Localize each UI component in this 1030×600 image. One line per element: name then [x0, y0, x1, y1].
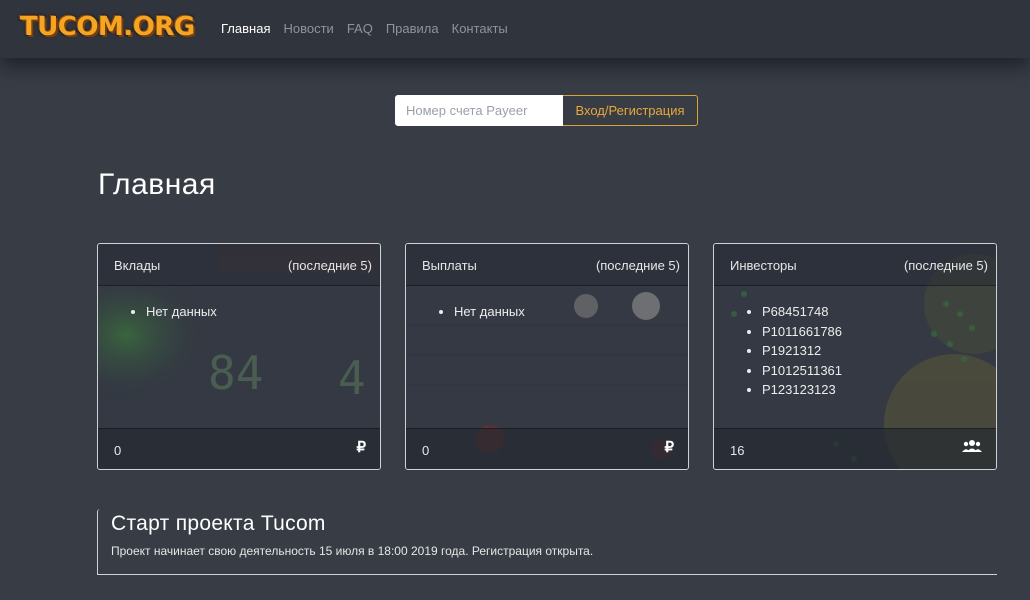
investors-list: P68451748 P1011661786 P1921312 P10125113…	[714, 302, 996, 400]
top-navbar: TUCOM.ORG Главная Новости FAQ Правила Ко…	[0, 0, 1030, 58]
deposits-list: Нет данных	[98, 302, 380, 322]
deposits-card: 84 4 Вклады (последние 5) Нет данных 0 ₽	[97, 243, 381, 470]
news-item: Старт проекта Tucom Проект начинает свою…	[97, 509, 997, 575]
login-register-button[interactable]: Вход/Регистрация	[563, 95, 698, 126]
card-subtitle: (последние 5)	[903, 258, 988, 273]
deposits-count: 0	[114, 443, 122, 458]
users-icon	[962, 438, 982, 458]
card-title: Инвесторы	[730, 258, 797, 273]
card-body: Нет данных	[98, 286, 380, 430]
list-item: P68451748	[762, 302, 996, 322]
ruble-icon: ₽	[664, 439, 674, 456]
investors-card: Инвесторы (последние 5) P68451748 P10116…	[713, 243, 997, 470]
login-form: Вход/Регистрация	[395, 95, 698, 126]
payeer-account-input[interactable]	[395, 95, 563, 126]
list-item: Нет данных	[454, 302, 688, 322]
list-item: P1012511361	[762, 361, 996, 381]
news-title[interactable]: Старт проекта Tucom	[111, 512, 326, 536]
card-subtitle: (последние 5)	[595, 258, 680, 273]
users-icon-svg	[962, 440, 982, 452]
card-footer: 0 ₽	[98, 428, 380, 469]
card-title: Выплаты	[422, 258, 477, 273]
nav-item-faq[interactable]: FAQ	[347, 21, 373, 36]
payouts-count: 0	[422, 443, 430, 458]
card-header: Инвесторы (последние 5)	[714, 244, 996, 286]
card-body: P68451748 P1011661786 P1921312 P10125113…	[714, 286, 996, 430]
card-header: Выплаты (последние 5)	[406, 244, 688, 286]
nav-item-home[interactable]: Главная	[221, 21, 270, 36]
payouts-card: Выплаты (последние 5) Нет данных 0 ₽	[405, 243, 689, 470]
page-title: Главная	[98, 168, 216, 201]
site-logo[interactable]: TUCOM.ORG	[20, 12, 195, 42]
ruble-icon: ₽	[356, 439, 366, 456]
news-text: Проект начинает свою деятельность 15 июл…	[111, 544, 594, 558]
investors-count: 16	[730, 443, 745, 458]
card-footer: 0 ₽	[406, 428, 688, 469]
nav-menu: Главная Новости FAQ Правила Контакты	[221, 21, 508, 36]
list-item: P123123123	[762, 380, 996, 400]
list-item: P1011661786	[762, 322, 996, 342]
list-item: Нет данных	[146, 302, 380, 322]
card-footer: 16	[714, 428, 996, 469]
nav-item-contacts[interactable]: Контакты	[452, 21, 508, 36]
card-title: Вклады	[114, 258, 161, 273]
nav-item-rules[interactable]: Правила	[386, 21, 439, 36]
nav-item-news[interactable]: Новости	[283, 21, 333, 36]
card-body: Нет данных	[406, 286, 688, 430]
card-subtitle: (последние 5)	[287, 258, 372, 273]
list-item: P1921312	[762, 341, 996, 361]
payouts-list: Нет данных	[406, 302, 688, 322]
card-header: Вклады (последние 5)	[98, 244, 380, 286]
